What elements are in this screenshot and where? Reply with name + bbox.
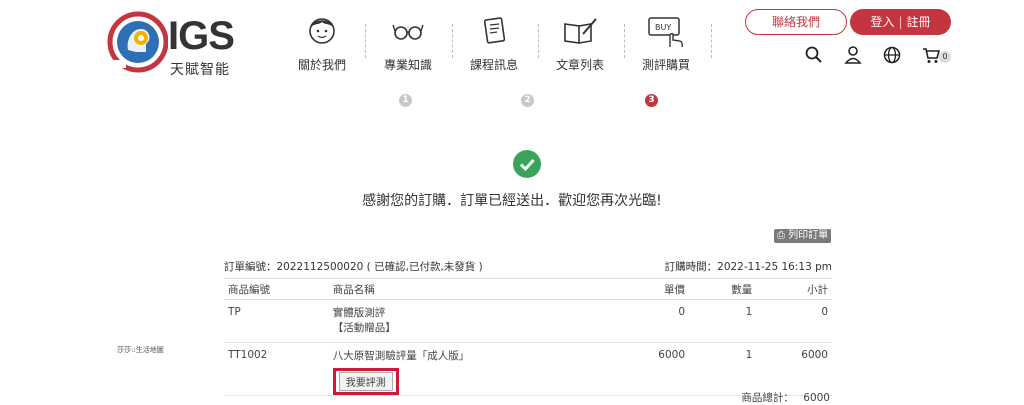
column-header-code: 商品編號 bbox=[224, 278, 329, 300]
step-1-indicator: 1 bbox=[399, 94, 412, 107]
logo-subtitle: 天賦智能 bbox=[170, 62, 230, 78]
svg-text:BUY: BUY bbox=[655, 23, 671, 32]
nav-item-knowledge[interactable]: 專業知識 bbox=[373, 14, 443, 73]
nav-label: 課程訊息 bbox=[469, 58, 518, 72]
glasses-icon bbox=[392, 24, 424, 40]
nav-divider bbox=[452, 24, 453, 58]
nav-item-courses[interactable]: 課程訊息 bbox=[459, 14, 529, 73]
nav-divider bbox=[538, 24, 539, 58]
nav-item-about[interactable]: 關於我們 bbox=[287, 14, 357, 73]
item-price: 0 bbox=[622, 299, 690, 343]
user-icon[interactable] bbox=[843, 45, 863, 65]
item-price: 6000 bbox=[622, 342, 690, 396]
item-qty: 1 bbox=[689, 342, 757, 396]
side-note: 莎莎::生活地圖 bbox=[117, 346, 164, 354]
nav-item-articles[interactable]: 文章列表 bbox=[545, 14, 615, 73]
login-register-button[interactable]: 登入 | 註冊 bbox=[850, 9, 951, 35]
search-icon[interactable] bbox=[804, 45, 824, 65]
nav-label: 測評購買 bbox=[641, 58, 690, 72]
buy-hand-icon: BUY bbox=[648, 17, 683, 48]
globe-icon[interactable] bbox=[882, 45, 902, 65]
table-header-row: 商品編號 商品名稱 單價 數量 小計 bbox=[224, 278, 832, 300]
total-label: 商品總計： bbox=[741, 392, 794, 404]
item-subtotal: 6000 bbox=[756, 342, 832, 396]
order-items-table: 商品編號 商品名稱 單價 數量 小計 TP 實體版測評 【活動贈品】 0 1 0… bbox=[224, 278, 832, 396]
nav-item-purchase[interactable]: BUY 測評購買 bbox=[631, 14, 701, 73]
item-subtotal: 0 bbox=[756, 299, 832, 343]
nav-divider bbox=[624, 24, 625, 58]
column-header-subtotal: 小計 bbox=[756, 278, 832, 300]
column-header-qty: 數量 bbox=[689, 278, 757, 300]
nav-divider bbox=[365, 24, 366, 58]
contact-button[interactable]: 聯絡我們 bbox=[745, 9, 847, 35]
item-code: TT1002 bbox=[224, 342, 329, 396]
item-name-cell: 實體版測評 【活動贈品】 bbox=[328, 299, 623, 343]
print-order-button[interactable]: ⎙ 列印訂單 bbox=[774, 229, 831, 243]
item-name: 八大原智測驗評量「成人版」 bbox=[332, 350, 470, 362]
table-row: TT1002 八大原智測驗評量「成人版」 我要評測 6000 1 6000 bbox=[224, 342, 832, 396]
column-header-price: 單價 bbox=[622, 278, 690, 300]
open-book-pen-icon bbox=[564, 18, 597, 44]
separator: | bbox=[898, 15, 903, 29]
item-name: 實體版測評 bbox=[332, 307, 386, 319]
item-code: TP bbox=[224, 299, 329, 343]
cart-icon[interactable] bbox=[921, 45, 941, 65]
nav-label: 關於我們 bbox=[297, 58, 346, 72]
item-qty: 1 bbox=[689, 299, 757, 343]
printer-icon: ⎙ bbox=[776, 230, 785, 241]
step-2-indicator: 2 bbox=[521, 94, 534, 107]
start-assessment-button[interactable]: 我要評測 bbox=[338, 372, 393, 391]
item-note: 【活動贈品】 bbox=[332, 322, 396, 334]
table-row: TP 實體版測評 【活動贈品】 0 1 0 bbox=[224, 299, 832, 343]
nav-label: 專業知識 bbox=[383, 58, 432, 72]
thank-you-message: 感謝您的訂購．訂單已經送出．歡迎您再次光臨! bbox=[362, 193, 662, 209]
item-name-cell: 八大原智測驗評量「成人版」 我要評測 bbox=[328, 342, 623, 396]
cart-count-badge: 0 bbox=[939, 51, 951, 63]
print-order-label: 列印訂單 bbox=[788, 230, 829, 241]
login-link[interactable]: 登入 bbox=[870, 15, 894, 29]
column-header-name: 商品名稱 bbox=[328, 278, 623, 300]
igs-emblem-icon bbox=[106, 11, 168, 73]
total-value: 6000 bbox=[803, 392, 830, 404]
order-number: 訂單編號：2022112500020 ( 已確認,已付款,未發貨 ) bbox=[224, 261, 483, 273]
person-face-icon bbox=[309, 18, 335, 44]
logo-text: IGS bbox=[168, 14, 235, 58]
success-check-icon bbox=[513, 150, 541, 178]
logo[interactable]: IGS 天賦智能 bbox=[106, 10, 236, 78]
nav-divider bbox=[711, 24, 712, 58]
nav-label: 文章列表 bbox=[555, 58, 604, 72]
step-3-indicator: 3 bbox=[645, 94, 658, 107]
highlight-box: 我要評測 bbox=[332, 368, 399, 395]
order-time: 訂購時間：2022-11-25 16:13 pm bbox=[664, 261, 832, 273]
register-link[interactable]: 註冊 bbox=[907, 15, 931, 29]
book-icon bbox=[483, 17, 506, 44]
